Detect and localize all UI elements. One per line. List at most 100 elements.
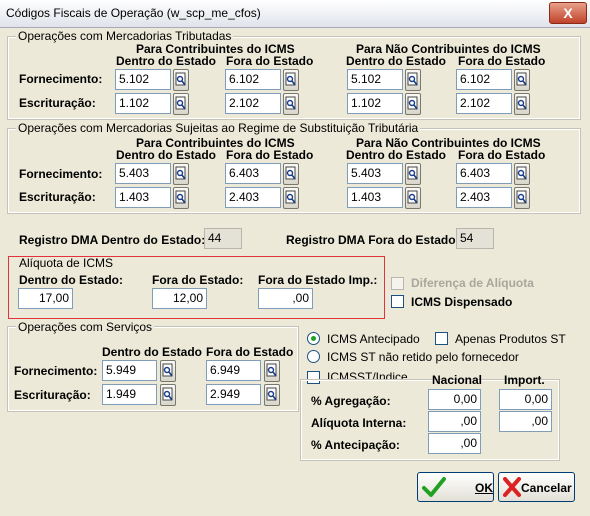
dma-fora-field: 54 [456, 228, 494, 249]
header-dentro-estado: Dentro do Estado [102, 345, 203, 359]
serv-escr-dentro-input[interactable]: 1.949 [102, 384, 157, 405]
magnifier-icon [284, 96, 298, 112]
aliquota-fora-imp-input[interactable]: ,00 [258, 288, 313, 309]
header-fora-estado: Fora do Estado [458, 148, 546, 162]
dma-dentro-label: Registro DMA Dentro do Estado: [19, 233, 206, 247]
magnifier-icon [515, 72, 529, 88]
red-x-icon [503, 477, 521, 500]
header-dentro-estado: Dentro do Estado [116, 54, 217, 68]
st-escr-nao-dentro-input[interactable]: 1.403 [347, 187, 403, 208]
header-fora-estado: Fora do Estado [226, 148, 314, 162]
lookup-button[interactable] [405, 69, 421, 91]
lookup-button[interactable] [173, 69, 189, 91]
lookup-button[interactable] [283, 93, 299, 115]
st-escr-contrib-fora-input[interactable]: 2.403 [225, 187, 281, 208]
antecipacao-nacional-input[interactable]: ,00 [428, 433, 481, 454]
magnifier-icon [515, 96, 529, 112]
agregacao-label: % Agregação: [311, 394, 391, 408]
icms-st-nao-retido-label: ICMS ST não retido pelo fornecedor [327, 350, 519, 364]
aliquota-fora-imp-label: Fora do Estado Imp.: [258, 273, 378, 287]
window-title: Códigos Fiscais de Operação (w_scp_me_cf… [6, 6, 261, 20]
trib-escr-contrib-dentro-input[interactable]: 1.102 [115, 93, 171, 114]
header-import: Import. [504, 373, 545, 387]
antecipacao-label: % Antecipação: [311, 438, 400, 452]
serv-forn-fora-input[interactable]: 6.949 [206, 360, 261, 381]
lookup-button[interactable] [173, 163, 189, 185]
st-forn-nao-fora-input[interactable]: 6.403 [456, 163, 512, 184]
group-tributadas-title: Operações com Mercadorias Tributadas [16, 29, 234, 43]
apenas-produtos-st-label: Apenas Produtos ST [455, 332, 566, 346]
aliquota-interna-nacional-input[interactable]: ,00 [428, 411, 481, 432]
ok-label: OK [475, 481, 493, 495]
trib-forn-nao-dentro-input[interactable]: 5.102 [347, 69, 403, 90]
aliquota-interna-import-input[interactable]: ,00 [499, 411, 552, 432]
lookup-button[interactable] [405, 93, 421, 115]
lookup-button[interactable] [405, 163, 421, 185]
close-button[interactable]: X [549, 2, 587, 24]
agregacao-nacional-input[interactable]: 0,00 [428, 389, 481, 410]
lookup-button[interactable] [283, 69, 299, 91]
icms-antecipado-label: ICMS Antecipado [327, 332, 420, 346]
label-escrituracao: Escrituração: [14, 388, 91, 402]
magnifier-icon [284, 72, 298, 88]
lookup-button[interactable] [514, 187, 530, 209]
trib-escr-nao-dentro-input[interactable]: 1.102 [347, 93, 403, 114]
dma-dentro-field: 44 [204, 228, 242, 249]
lookup-button[interactable] [160, 360, 176, 382]
header-dentro-estado: Dentro do Estado [346, 148, 447, 162]
trib-forn-nao-fora-input[interactable]: 6.102 [456, 69, 512, 90]
trib-forn-contrib-fora-input[interactable]: 6.102 [225, 69, 281, 90]
diferenca-aliquota-checkbox[interactable] [391, 277, 404, 290]
magnifier-icon [406, 72, 420, 88]
aliquota-title: Alíquota de ICMS [19, 256, 114, 270]
trib-escr-nao-fora-input[interactable]: 2.102 [456, 93, 512, 114]
icms-antecipado-radio[interactable] [307, 332, 320, 345]
aliquota-fora-label: Fora do Estado: [152, 273, 244, 287]
lookup-button[interactable] [264, 384, 280, 406]
lookup-button[interactable] [514, 69, 530, 91]
lookup-button[interactable] [283, 187, 299, 209]
lookup-button[interactable] [405, 187, 421, 209]
st-forn-contrib-dentro-input[interactable]: 5.403 [115, 163, 171, 184]
lookup-button[interactable] [264, 360, 280, 382]
label-fornecimento: Fornecimento: [19, 72, 103, 86]
cancel-button[interactable]: Cancelar [498, 472, 575, 502]
serv-forn-dentro-input[interactable]: 5.949 [102, 360, 157, 381]
trib-escr-contrib-fora-input[interactable]: 2.102 [225, 93, 281, 114]
lookup-button[interactable] [514, 163, 530, 185]
magnifier-icon [161, 387, 175, 403]
aliquota-dentro-input[interactable]: 17,00 [18, 288, 73, 309]
trib-forn-contrib-dentro-input[interactable]: 5.102 [115, 69, 171, 90]
header-fora-estado: Fora do Estado [206, 345, 294, 359]
aliquota-interna-label: Alíquota Interna: [311, 416, 407, 430]
ok-button[interactable]: OK [417, 472, 494, 502]
lookup-button[interactable] [514, 93, 530, 115]
st-escr-contrib-dentro-input[interactable]: 1.403 [115, 187, 171, 208]
icms-dispensado-label: ICMS Dispensado [411, 295, 513, 309]
lookup-button[interactable] [283, 163, 299, 185]
lookup-button[interactable] [173, 187, 189, 209]
label-fornecimento: Fornecimento: [19, 167, 103, 181]
header-fora-estado: Fora do Estado [226, 54, 314, 68]
lookup-button[interactable] [173, 93, 189, 115]
st-forn-contrib-fora-input[interactable]: 6.403 [225, 163, 281, 184]
magnifier-icon [174, 166, 188, 182]
header-fora-estado: Fora do Estado [458, 54, 546, 68]
apenas-produtos-st-checkbox[interactable] [435, 332, 448, 345]
serv-escr-fora-input[interactable]: 2.949 [206, 384, 261, 405]
label-escrituracao: Escrituração: [19, 96, 96, 110]
magnifier-icon [406, 190, 420, 206]
icms-dispensado-checkbox[interactable] [391, 295, 404, 308]
magnifier-icon [406, 96, 420, 112]
magnifier-icon [265, 363, 279, 379]
diferenca-aliquota-label: Diferença de Alíquota [411, 276, 534, 290]
group-servicos-title: Operações com Serviços [16, 320, 155, 334]
icms-st-nao-retido-radio[interactable] [307, 350, 320, 363]
aliquota-fora-input[interactable]: 12,00 [152, 288, 207, 309]
group-st-title: Operações com Mercadorias Sujeitas ao Re… [16, 121, 421, 135]
st-escr-nao-fora-input[interactable]: 2.403 [456, 187, 512, 208]
lookup-button[interactable] [160, 384, 176, 406]
st-forn-nao-dentro-input[interactable]: 5.403 [347, 163, 403, 184]
dma-fora-label: Registro DMA Fora do Estado: [286, 233, 460, 247]
agregacao-import-input[interactable]: 0,00 [499, 389, 552, 410]
